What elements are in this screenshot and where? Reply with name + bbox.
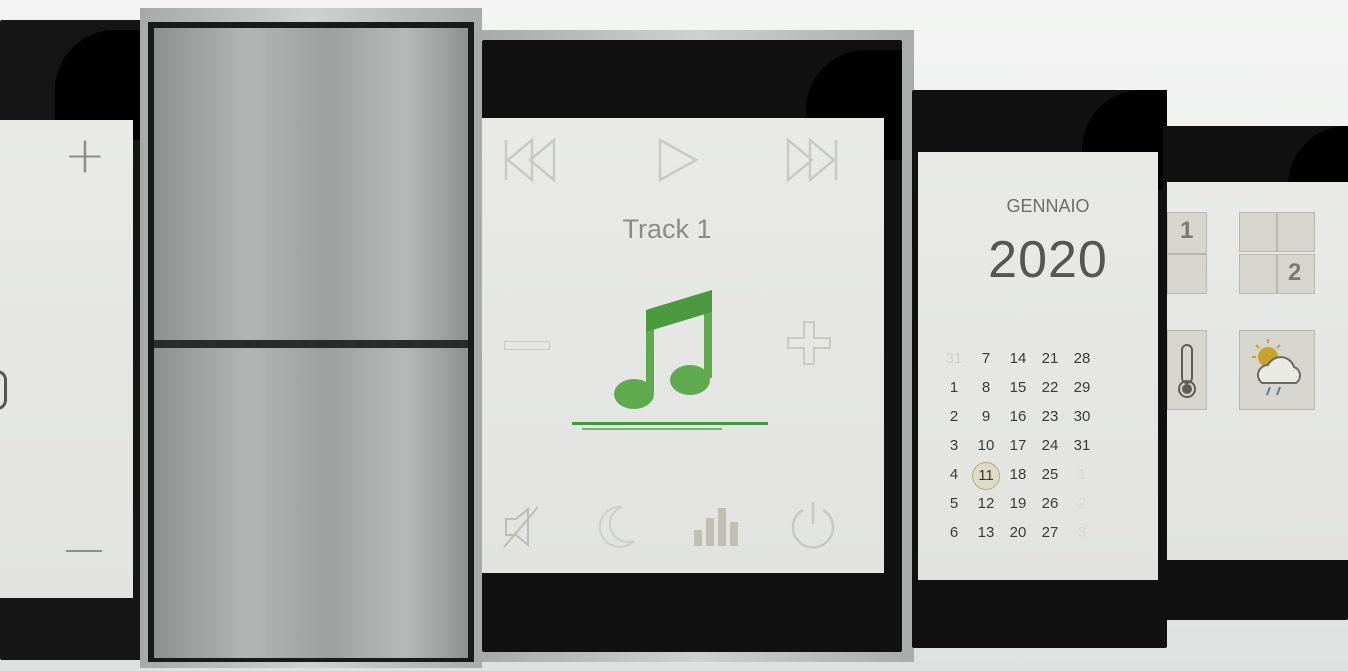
skip-forward-icon[interactable] — [782, 136, 842, 184]
climate-button[interactable] — [1167, 330, 1207, 410]
scene-tile-empty[interactable] — [1239, 254, 1277, 294]
calendar-day[interactable]: 22 — [1038, 379, 1062, 396]
music-note-icon — [614, 290, 712, 409]
calendar-day[interactable]: 14 — [1006, 350, 1030, 367]
calendar-day[interactable]: 1 — [942, 379, 966, 396]
calendar-day[interactable]: 10 — [974, 437, 998, 454]
calendar-day[interactable]: 2 — [1070, 495, 1094, 512]
calendar-day[interactable]: 20 — [1006, 524, 1030, 541]
calendar-day-selected[interactable]: 11 — [972, 462, 1000, 490]
calendar-day[interactable]: 7 — [974, 350, 998, 367]
scene-1-button[interactable]: 1 — [1167, 212, 1207, 254]
calendar-day[interactable]: 2 — [942, 408, 966, 425]
calendar-day[interactable]: 31 — [942, 350, 966, 367]
calendar-day[interactable]: 9 — [974, 408, 998, 425]
thermostat-screen: + — [0, 120, 133, 598]
temperature-readout-fragment — [0, 370, 7, 410]
calendar-day[interactable]: 23 — [1038, 408, 1062, 425]
track-progress-bar[interactable] — [572, 422, 768, 425]
calendar-day[interactable]: 18 — [1006, 466, 1030, 483]
calendar-day[interactable]: 3 — [942, 437, 966, 454]
volume-up-button[interactable] — [784, 318, 834, 368]
scenes-screen: 1 2 — [1167, 182, 1348, 560]
calendar-day[interactable]: 29 — [1070, 379, 1094, 396]
calendar-day[interactable]: 26 — [1038, 495, 1062, 512]
temperature-up-button[interactable]: + — [64, 130, 106, 180]
mute-icon[interactable] — [502, 503, 542, 551]
thermometer-icon — [1178, 344, 1196, 398]
calendar-grid: 31 1 2 3 4 5 6 7 8 9 10 11 12 13 14 15 1… — [942, 350, 1142, 550]
calendar-day[interactable]: 31 — [1070, 437, 1094, 454]
calendar-day[interactable]: 4 — [942, 466, 966, 483]
calendar-day[interactable]: 16 — [1006, 408, 1030, 425]
calendar-screen: GENNAIO 2020 31 1 2 3 4 5 6 7 8 9 10 11 … — [918, 152, 1158, 580]
media-player-frame: Track 1 — [476, 30, 914, 662]
weather-button[interactable] — [1239, 330, 1315, 410]
play-icon[interactable] — [654, 136, 702, 184]
sleep-moon-icon[interactable] — [594, 503, 638, 551]
calendar-day[interactable]: 15 — [1006, 379, 1030, 396]
scene-tile-empty[interactable] — [1239, 212, 1277, 252]
steel-switch-frame — [140, 8, 482, 668]
skip-back-icon[interactable] — [500, 136, 560, 184]
thermostat-panel: + — [0, 20, 148, 660]
calendar-year: 2020 — [988, 231, 1108, 289]
calendar-day[interactable]: 1 — [1070, 466, 1094, 483]
scenes-panel: 1 2 — [1163, 126, 1348, 620]
calendar-day[interactable]: 28 — [1070, 350, 1094, 367]
calendar-day[interactable]: 19 — [1006, 495, 1030, 512]
calendar-day[interactable]: 6 — [942, 524, 966, 541]
scene-2-label: 2 — [1288, 259, 1302, 286]
calendar-month: GENNAIO — [1006, 196, 1090, 216]
calendar-day[interactable]: 5 — [942, 495, 966, 512]
track-title: Track 1 — [622, 214, 712, 244]
scene-2-button[interactable]: 2 — [1277, 254, 1315, 294]
calendar-day[interactable]: 3 — [1070, 524, 1094, 541]
equalizer-icon[interactable] — [692, 504, 742, 548]
calendar-day[interactable]: 13 — [974, 524, 998, 541]
calendar-day[interactable]: 8 — [974, 379, 998, 396]
temperature-down-button[interactable] — [66, 550, 102, 552]
calendar-day[interactable]: 24 — [1038, 437, 1062, 454]
volume-down-button[interactable] — [504, 341, 550, 350]
calendar-day[interactable]: 27 — [1038, 524, 1062, 541]
upper-rocker-button[interactable] — [154, 28, 468, 340]
calendar-day[interactable]: 25 — [1038, 466, 1062, 483]
scene-tile-empty[interactable] — [1277, 212, 1315, 252]
calendar-panel: GENNAIO 2020 31 1 2 3 4 5 6 7 8 9 10 11 … — [912, 90, 1167, 648]
lower-rocker-button[interactable] — [154, 348, 468, 658]
track-progress-underline — [582, 428, 722, 430]
scene-1-label: 1 — [1180, 217, 1194, 244]
weather-icon — [1252, 339, 1301, 396]
media-player-screen: Track 1 — [482, 118, 884, 573]
power-icon[interactable] — [786, 498, 840, 552]
scene-tile-empty[interactable] — [1167, 254, 1207, 294]
calendar-day[interactable]: 21 — [1038, 350, 1062, 367]
calendar-day[interactable]: 12 — [974, 495, 998, 512]
calendar-day[interactable]: 17 — [1006, 437, 1030, 454]
calendar-day[interactable]: 30 — [1070, 408, 1094, 425]
